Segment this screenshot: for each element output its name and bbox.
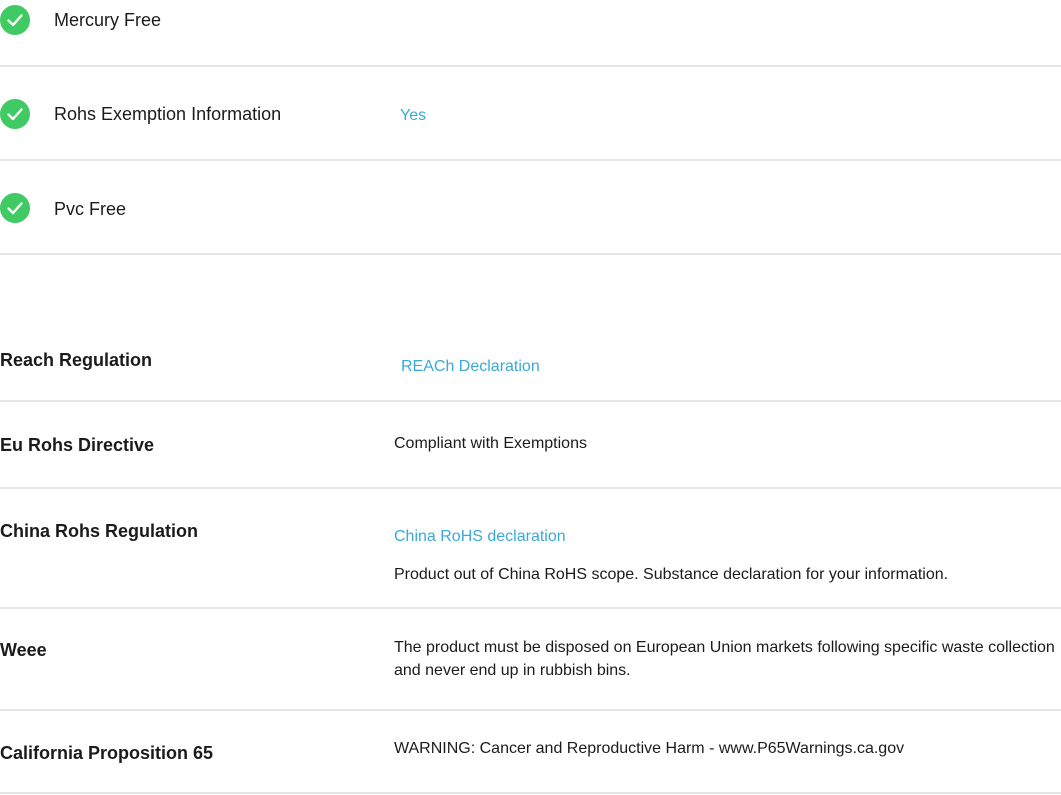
reach-declaration-link[interactable]: REACh Declaration [401, 358, 540, 376]
divider [0, 487, 1061, 489]
divider [0, 400, 1061, 402]
divider [0, 607, 1061, 609]
check-circle-icon [0, 5, 30, 35]
feature-value: Yes [400, 107, 427, 124]
check-circle-icon [0, 193, 30, 223]
reach-regulation-label: Reach Regulation [0, 350, 153, 370]
eu-rohs-status: Compliant with Exemptions [394, 435, 587, 452]
divider [0, 253, 1061, 255]
california-prop65-label: California Proposition 65 [0, 743, 214, 763]
feature-label: Pvc Free [54, 199, 127, 219]
weee-label: Weee [0, 640, 47, 660]
feature-row-rohs-exemption: Rohs Exemption Information Yes [0, 66, 1061, 132]
feature-label: Mercury Free [54, 10, 162, 30]
eu-rohs-directive-label: Eu Rohs Directive [0, 435, 155, 455]
divider [0, 709, 1061, 711]
feature-row-mercury-free: Mercury Free [0, 0, 1061, 66]
feature-label: Rohs Exemption Information [54, 104, 282, 124]
feature-row-pvc-free: Pvc Free [0, 160, 1061, 226]
divider [0, 792, 1061, 794]
prop65-warning: WARNING: Cancer and Reproductive Harm - … [394, 740, 905, 757]
check-circle-icon [0, 99, 30, 129]
china-rohs-declaration-link[interactable]: China RoHS declaration [394, 528, 566, 546]
china-rohs-regulation-label: China Rohs Regulation [0, 521, 198, 541]
weee-text: The product must be disposed on European… [394, 639, 1055, 679]
china-rohs-note: Product out of China RoHS scope. Substan… [394, 566, 949, 583]
